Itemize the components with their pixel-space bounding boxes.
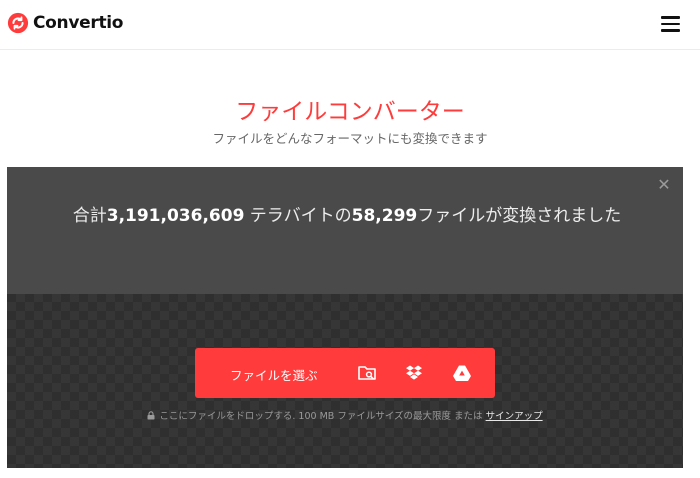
convertio-logo-icon <box>7 12 29 34</box>
stats-middle: テラバイトの <box>244 206 352 226</box>
stats-total-size: 3,191,036,609 <box>106 206 245 226</box>
page-title: ファイルコンバーター <box>235 99 465 125</box>
dropbox-icon[interactable] <box>404 363 424 383</box>
page-subtitle: ファイルをどんなフォーマットにも変換できます <box>212 131 488 146</box>
folder-search-icon[interactable] <box>357 363 377 383</box>
choose-files-label: ファイルを選ぶ <box>230 368 318 383</box>
stats-banner: ✕ 合計3,191,036,609 テラバイトの58,299ファイルが変換されま… <box>7 167 683 294</box>
lock-icon <box>147 411 155 420</box>
brand-name: Convertio <box>33 13 124 33</box>
signup-link[interactable]: サインアップ <box>486 411 543 422</box>
stats-file-count: 58,299 <box>351 206 418 226</box>
site-header: Convertio <box>0 0 700 50</box>
drop-hint: ここにファイルをドロップする. 100 MB ファイルサイズの最大限度 または … <box>7 408 683 422</box>
drop-hint-text: ここにファイルをドロップする. 100 MB ファイルサイズの最大限度 または <box>159 411 483 422</box>
google-drive-icon[interactable] <box>452 363 472 383</box>
stats-suffix: ファイルが変換されました <box>417 206 622 226</box>
upload-panel[interactable]: ✕ 合計3,191,036,609 テラバイトの58,299ファイルが変換されま… <box>7 167 683 468</box>
close-icon[interactable]: ✕ <box>656 177 672 193</box>
hamburger-menu-icon[interactable] <box>661 14 683 34</box>
stats-text: 合計3,191,036,609 テラバイトの58,299ファイルが変換されました <box>47 203 647 230</box>
stats-prefix: 合計 <box>72 206 107 226</box>
convertio-logo[interactable]: Convertio <box>7 10 123 36</box>
choose-files-button[interactable]: ファイルを選ぶ <box>195 348 495 398</box>
